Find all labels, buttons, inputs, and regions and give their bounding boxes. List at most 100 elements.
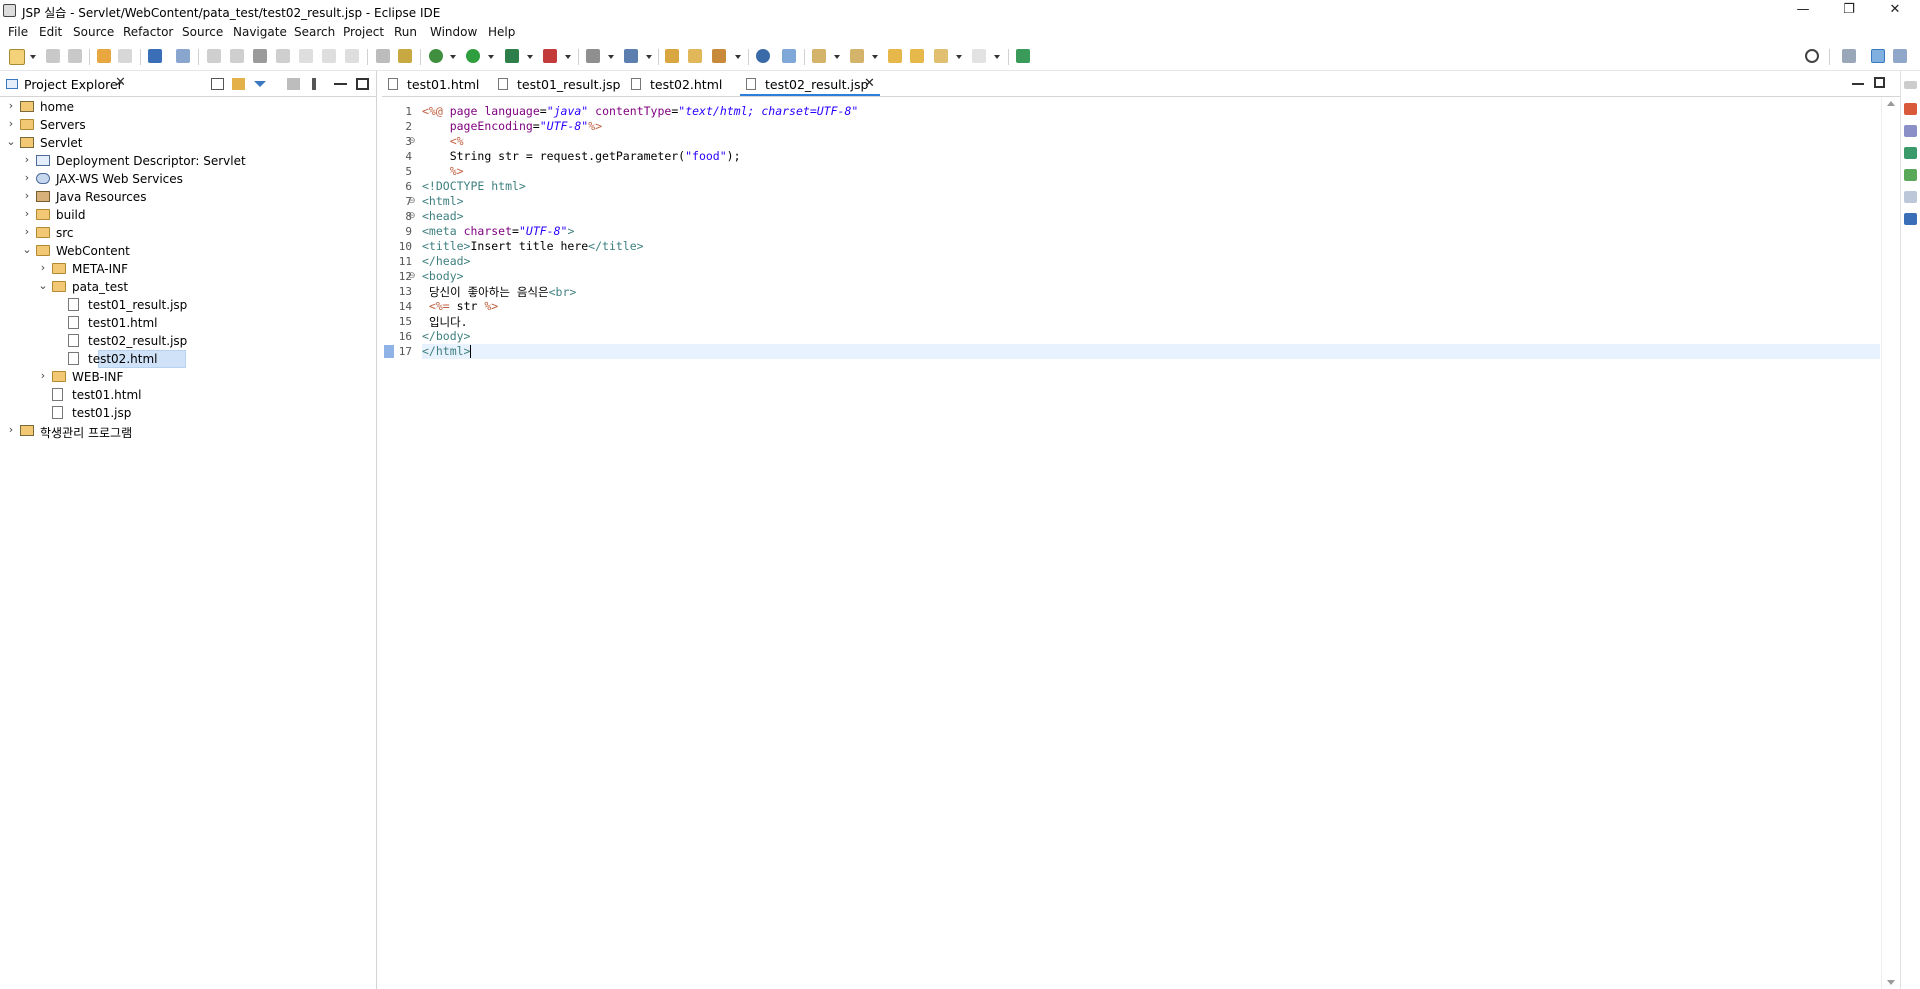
skip-breakpoints-icon[interactable] (176, 49, 190, 63)
pin-editor-icon[interactable] (1016, 49, 1030, 63)
tree-item[interactable]: test02.html (0, 350, 377, 368)
fold-toggle-icon[interactable]: ⊖ (408, 136, 416, 146)
project-explorer-tab[interactable]: Project Explorer ✕ (0, 71, 377, 97)
tree-item[interactable]: test01.html (0, 386, 377, 404)
tree-item[interactable]: test01.jsp (0, 404, 377, 422)
minimize-button[interactable]: — (1780, 0, 1826, 22)
menu-project[interactable]: Project (343, 25, 384, 39)
chevron-right-icon[interactable]: › (38, 369, 48, 382)
tree-item[interactable]: ⌄ WebContent (0, 242, 377, 260)
run-icon[interactable] (466, 49, 480, 63)
search-tool-icon[interactable] (712, 49, 726, 63)
chevron-down-icon[interactable] (527, 55, 533, 59)
code-line[interactable]: pageEncoding="UTF-8"%> (422, 119, 1880, 134)
scroll-down-icon[interactable] (1887, 980, 1895, 985)
chevron-right-icon[interactable]: › (22, 153, 32, 166)
code-line[interactable]: </head> (422, 254, 1880, 269)
editor-maximize-icon[interactable] (1874, 77, 1885, 88)
fold-toggle-icon[interactable]: ⊖ (408, 211, 416, 221)
properties-icon[interactable] (1904, 191, 1917, 203)
chevron-down-icon[interactable] (956, 55, 962, 59)
chevron-right-icon[interactable]: › (6, 117, 16, 130)
menu-source[interactable]: Source (73, 25, 114, 39)
code-line[interactable]: <html> (422, 194, 1880, 209)
menu-file[interactable]: File (8, 25, 28, 39)
chevron-right-icon[interactable]: › (22, 171, 32, 184)
chevron-down-icon[interactable] (450, 55, 456, 59)
chevron-right-icon[interactable]: › (6, 423, 16, 436)
chevron-down-icon[interactable] (735, 55, 741, 59)
annotation-icon[interactable] (782, 49, 796, 63)
editor-tab[interactable]: test01_result.jsp (492, 71, 620, 96)
step-return-icon[interactable] (345, 49, 359, 63)
code-line[interactable]: <meta charset="UTF-8"> (422, 224, 1880, 239)
chevron-right-icon[interactable]: › (38, 261, 48, 274)
chevron-right-icon[interactable]: › (22, 207, 32, 220)
open-perspective-icon[interactable] (1842, 49, 1856, 63)
code-line[interactable]: String str = request.getParameter("food"… (422, 149, 1880, 164)
tree-item[interactable]: test02_result.jsp (0, 332, 377, 350)
code-line[interactable]: </html> (422, 344, 1880, 359)
menu-help[interactable]: Help (488, 25, 515, 39)
step-into-icon[interactable] (299, 49, 313, 63)
chevron-down-icon[interactable] (608, 55, 614, 59)
tree-item[interactable]: › Java Resources (0, 188, 377, 206)
chevron-right-icon[interactable]: › (22, 225, 32, 238)
console-view-icon[interactable] (1904, 213, 1917, 225)
tree-item[interactable]: › WEB-INF (0, 368, 377, 386)
chevron-down-icon[interactable] (30, 55, 36, 59)
maximize-icon[interactable] (356, 78, 369, 90)
menu-window[interactable]: Window (430, 25, 477, 39)
task-list-icon[interactable] (1904, 125, 1917, 137)
code-line[interactable]: <!DOCTYPE html> (422, 179, 1880, 194)
previous-annotation-icon[interactable] (850, 49, 864, 63)
vertical-scrollbar[interactable] (1881, 97, 1900, 989)
chevron-right-icon[interactable]: › (6, 99, 16, 112)
code-editor[interactable]: <%@ page language="java" contentType="te… (422, 97, 1880, 989)
external-tools-icon[interactable] (543, 49, 557, 63)
menu-source-2[interactable]: Source (182, 25, 223, 39)
restore-icon[interactable] (1904, 81, 1917, 89)
code-line[interactable]: <head> (422, 209, 1880, 224)
chevron-down-icon[interactable]: ⌄ (38, 279, 48, 292)
minimize-icon[interactable] (334, 83, 347, 85)
editor-tab[interactable]: test02.html (625, 71, 735, 96)
code-line[interactable]: <%@ page language="java" contentType="te… (422, 104, 1880, 119)
new-icon[interactable] (9, 49, 25, 65)
close-window-button[interactable]: ✕ (1872, 0, 1918, 22)
markers-icon[interactable] (1904, 147, 1917, 159)
java-ee-perspective-icon[interactable] (1871, 49, 1885, 63)
tree-item[interactable]: › home (0, 98, 377, 116)
tree-item[interactable]: › META-INF (0, 260, 377, 278)
editor-minimize-icon[interactable] (1852, 83, 1864, 85)
tree-item[interactable]: › build (0, 206, 377, 224)
fold-toggle-icon[interactable]: ⊖ (408, 271, 416, 281)
tree-item[interactable]: › Servers (0, 116, 377, 134)
tree-item[interactable]: › 학생관리 프로그램 (0, 422, 377, 440)
tree-item[interactable]: › JAX-WS Web Services (0, 170, 377, 188)
menu-run[interactable]: Run (394, 25, 417, 39)
console-icon[interactable] (148, 49, 162, 63)
suspend-icon[interactable] (230, 49, 244, 63)
save-icon[interactable] (46, 49, 60, 63)
chevron-down-icon[interactable] (994, 55, 1000, 59)
open-task-icon[interactable] (688, 49, 702, 63)
tree-item[interactable]: › src (0, 224, 377, 242)
editor-tab[interactable]: test01.html (382, 71, 487, 96)
open-type-icon[interactable] (665, 49, 679, 63)
code-line[interactable]: <body> (422, 269, 1880, 284)
next-annotation-icon[interactable] (812, 49, 826, 63)
outline-icon[interactable] (1904, 103, 1917, 115)
code-line[interactable]: %> (422, 164, 1880, 179)
code-line[interactable]: <title>Insert title here</title> (422, 239, 1880, 254)
chevron-down-icon[interactable] (646, 55, 652, 59)
chevron-down-icon[interactable] (565, 55, 571, 59)
chevron-down-icon[interactable] (834, 55, 840, 59)
debug-icon[interactable] (429, 49, 443, 63)
editor-tab[interactable]: test02_result.jsp ✕ (740, 71, 880, 96)
terminate-icon[interactable] (253, 49, 267, 63)
close-icon[interactable]: ✕ (864, 76, 875, 91)
menu-navigate[interactable]: Navigate (233, 25, 287, 39)
step-over-icon[interactable] (322, 49, 336, 63)
collapse-all-icon[interactable] (211, 78, 224, 90)
